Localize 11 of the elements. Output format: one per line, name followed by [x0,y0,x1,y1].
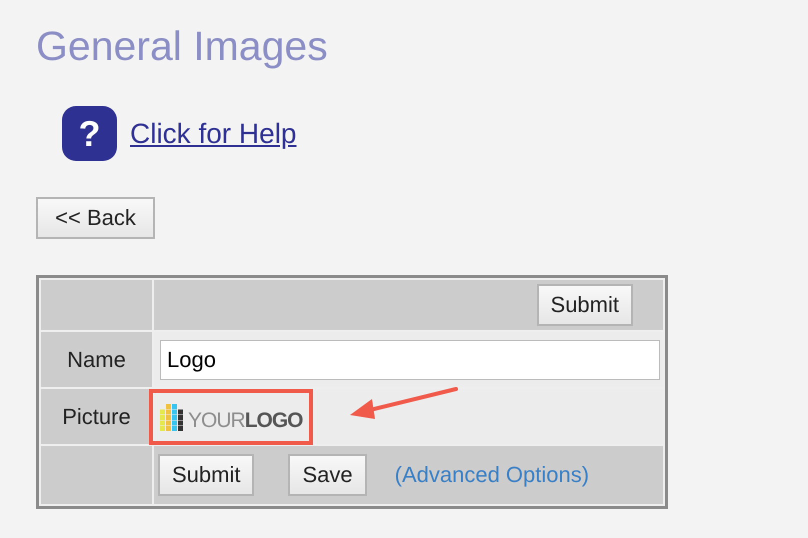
form-button[interactable]: Save [288,454,367,496]
back-button[interactable]: << Back [36,197,155,239]
field-label: Picture [41,389,152,444]
logo-image: YOURLOGO [160,404,303,431]
page-title: General Images [36,22,329,70]
help-icon[interactable]: ? [62,106,117,161]
field-label: Name [41,332,152,387]
form-button[interactable]: Submit [158,454,254,496]
submit-button[interactable]: Submit [536,284,633,326]
name-field[interactable]: Logo [160,340,660,380]
help-link[interactable]: Click for Help [130,118,296,150]
